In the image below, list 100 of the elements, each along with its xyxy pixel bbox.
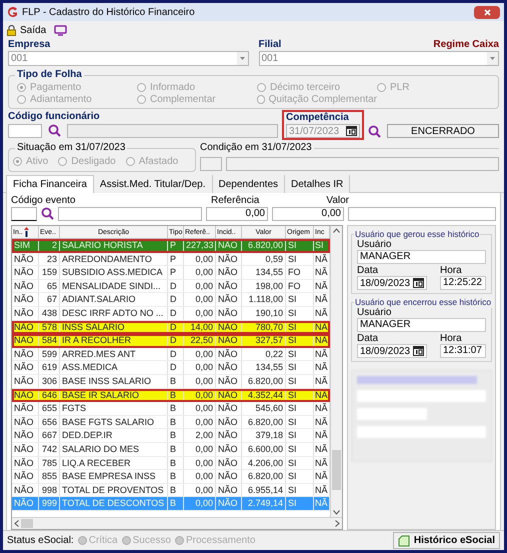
table-row[interactable]: NÃO 742 SALARIO DO MES B 0,00 NÃO 6.600,00 SI NÃ <box>12 442 330 456</box>
table-row[interactable]: NÃO 65 MENSALIDADE SINDI... D 0,00 NÃO 198,00 FO NÃ <box>12 280 330 294</box>
date-field[interactable]: 18/09/2023 <box>357 276 427 290</box>
table-cell: 134,55 <box>242 266 286 279</box>
table-cell: D <box>168 348 184 360</box>
table-cell: NÃO <box>216 266 242 279</box>
table-cell: 998 <box>39 484 60 496</box>
table-cell: SI <box>286 456 314 470</box>
table-cell: 667 <box>39 429 60 442</box>
radio-button[interactable] <box>13 157 22 166</box>
reference-field[interactable]: 0,00 <box>206 206 268 220</box>
event-description-field[interactable] <box>58 206 202 220</box>
table-cell: 578 <box>39 320 60 334</box>
close-button[interactable] <box>474 6 500 18</box>
table-row[interactable]: NÃO 656 BASE FGTS SALARIO B 0,00 NÃO 6.820,00 SI NÃ <box>12 416 330 430</box>
sort-icon <box>24 227 29 237</box>
radio-button[interactable] <box>17 95 26 104</box>
event-extra-field[interactable] <box>348 206 496 220</box>
table-row[interactable]: NÃO 67 ADIANT.SALARIO D 0,00 NÃO 1.118,00 SI NÃ <box>12 293 330 307</box>
search-icon[interactable] <box>368 125 381 138</box>
table-cell: NÃO <box>12 442 39 456</box>
table-cell: SI <box>286 306 314 320</box>
table-cell: 65 <box>39 280 60 292</box>
tab[interactable]: Ficha Financeira <box>6 175 94 193</box>
table-cell: D <box>168 361 184 374</box>
status-field: ENCERRADO <box>387 124 499 138</box>
radio-button[interactable] <box>137 95 146 104</box>
table-cell: SI <box>286 374 314 388</box>
radio-button[interactable] <box>137 83 146 92</box>
value-field[interactable]: 0,00 <box>272 206 344 220</box>
employee-code-field[interactable] <box>8 124 42 138</box>
table-cell: B <box>168 374 184 388</box>
table-cell: 6.820,00 <box>242 239 286 252</box>
date-field[interactable]: 18/09/2023 <box>357 344 427 358</box>
search-icon[interactable] <box>48 124 61 137</box>
radio-button[interactable] <box>377 83 386 92</box>
radio-button[interactable] <box>257 95 265 104</box>
calendar-icon[interactable] <box>413 346 424 356</box>
table-cell: NÃO <box>216 416 242 428</box>
table-row[interactable]: NÃO 785 LIQ.A RECEBER B 0,00 NÃO 4.206,00 SI NÃ <box>12 456 330 470</box>
table-cell: P <box>168 239 184 252</box>
calendar-icon[interactable] <box>413 278 424 288</box>
table-row[interactable]: NÃO 438 DESC IRRF ADTO NO ... D 0,00 NÃO 190,10 SI NÃ <box>12 306 330 321</box>
table-cell: LIQ.A RECEBER <box>60 456 168 470</box>
table-row[interactable]: NÃO 655 FGTS B 0,00 NÃO 545,60 SI NÃ <box>12 402 330 416</box>
horizontal-scrollbar[interactable] <box>12 517 342 529</box>
vertical-scrollbar[interactable] <box>330 226 342 517</box>
table-cell: 855 <box>39 470 60 483</box>
table-row[interactable]: NÃO 306 BASE INSS SALARIO B 0,00 NÃO 6.820,00 SI NÃ <box>12 374 330 389</box>
branch-dropdown[interactable]: 001 <box>258 51 499 66</box>
user-field[interactable]: MANAGER <box>357 318 486 332</box>
event-code-field[interactable] <box>11 206 37 220</box>
table-cell: DESC IRRF ADTO NO ... <box>60 306 168 320</box>
radio-button[interactable] <box>126 157 135 166</box>
scroll-thumb[interactable] <box>21 519 33 528</box>
table-cell: B <box>168 470 184 483</box>
table-cell: D <box>168 306 184 320</box>
company-dropdown[interactable]: 001 <box>8 51 248 66</box>
search-icon[interactable] <box>41 207 54 220</box>
field-label: Usuário <box>357 239 392 250</box>
table-row[interactable]: NÃO 855 BASE EMPRESA INSS B 0,00 NÃO 6.820,00 SI NÃ <box>12 470 330 484</box>
table-cell: 0,59 <box>242 252 286 266</box>
tab[interactable]: Dependentes <box>212 175 286 193</box>
table-row[interactable]: NÃO 599 ARRED.MES ANT D 0,00 NÃO 0,22 SI NÃ <box>12 348 330 362</box>
table-cell: SALARIO HORISTA <box>60 239 168 252</box>
time-field[interactable]: 12:31:07 <box>440 344 486 358</box>
tab[interactable]: Assist.Med. Titular/Dep. <box>94 175 213 193</box>
status-option: Processamento <box>186 533 256 548</box>
calendar-icon[interactable] <box>346 126 357 136</box>
table-cell: 646 <box>39 388 60 402</box>
table-cell: NÃO <box>12 416 39 428</box>
table-cell: SI <box>286 484 314 496</box>
tab[interactable]: Detalhes IR <box>285 175 350 193</box>
regime-label: Regime Caixa <box>433 39 499 51</box>
radio-button[interactable] <box>257 83 266 92</box>
table-cell: 134,55 <box>242 361 286 374</box>
time-field[interactable]: 12:25:22 <box>440 276 486 290</box>
table-cell: BASE INSS SALARIO <box>60 374 168 388</box>
table-cell: TOTAL DE PROVENTOS <box>60 484 168 496</box>
user-field[interactable]: MANAGER <box>357 250 486 264</box>
radio-button[interactable] <box>58 157 68 166</box>
employee-name-field[interactable] <box>67 124 278 138</box>
esocial-history-button[interactable]: Histórico eSocial <box>392 532 500 549</box>
table-cell: D <box>168 320 184 334</box>
table-cell: FO <box>286 266 314 279</box>
table-cell: NÃO <box>12 280 39 292</box>
scroll-thumb[interactable] <box>332 450 341 490</box>
exit-button[interactable]: Saída <box>7 22 46 38</box>
table-row[interactable]: NÃO 667 DED.DEP.IR B 2,00 NÃO 379,18 SI NÃ <box>12 429 330 443</box>
scroll-down-icon <box>333 510 340 515</box>
table-cell: 999 <box>39 497 60 510</box>
table-row[interactable]: NÃO 998 TOTAL DE PROVENTOS B 0,00 NÃO 6.955,14 SI NÃ <box>12 484 330 498</box>
condition-code-field[interactable] <box>200 157 222 171</box>
table-cell: NÃO <box>216 484 242 496</box>
monitor-icon[interactable] <box>54 24 68 36</box>
condition-field[interactable] <box>226 157 499 171</box>
radio-button[interactable] <box>17 83 26 92</box>
table-row[interactable]: NÃO 23 ARREDONDAMENTO P 0,00 NÃO 0,59 SI NÃ <box>12 252 330 266</box>
table-row[interactable]: NÃO 619 ASS.MEDICA D 0,00 NÃO 134,55 SI NÃ <box>12 361 330 375</box>
table-row[interactable]: NÃO 159 SUBSIDIO ASS.MEDICA P 0,00 NÃO 134,55 FO NÃ <box>12 266 330 280</box>
